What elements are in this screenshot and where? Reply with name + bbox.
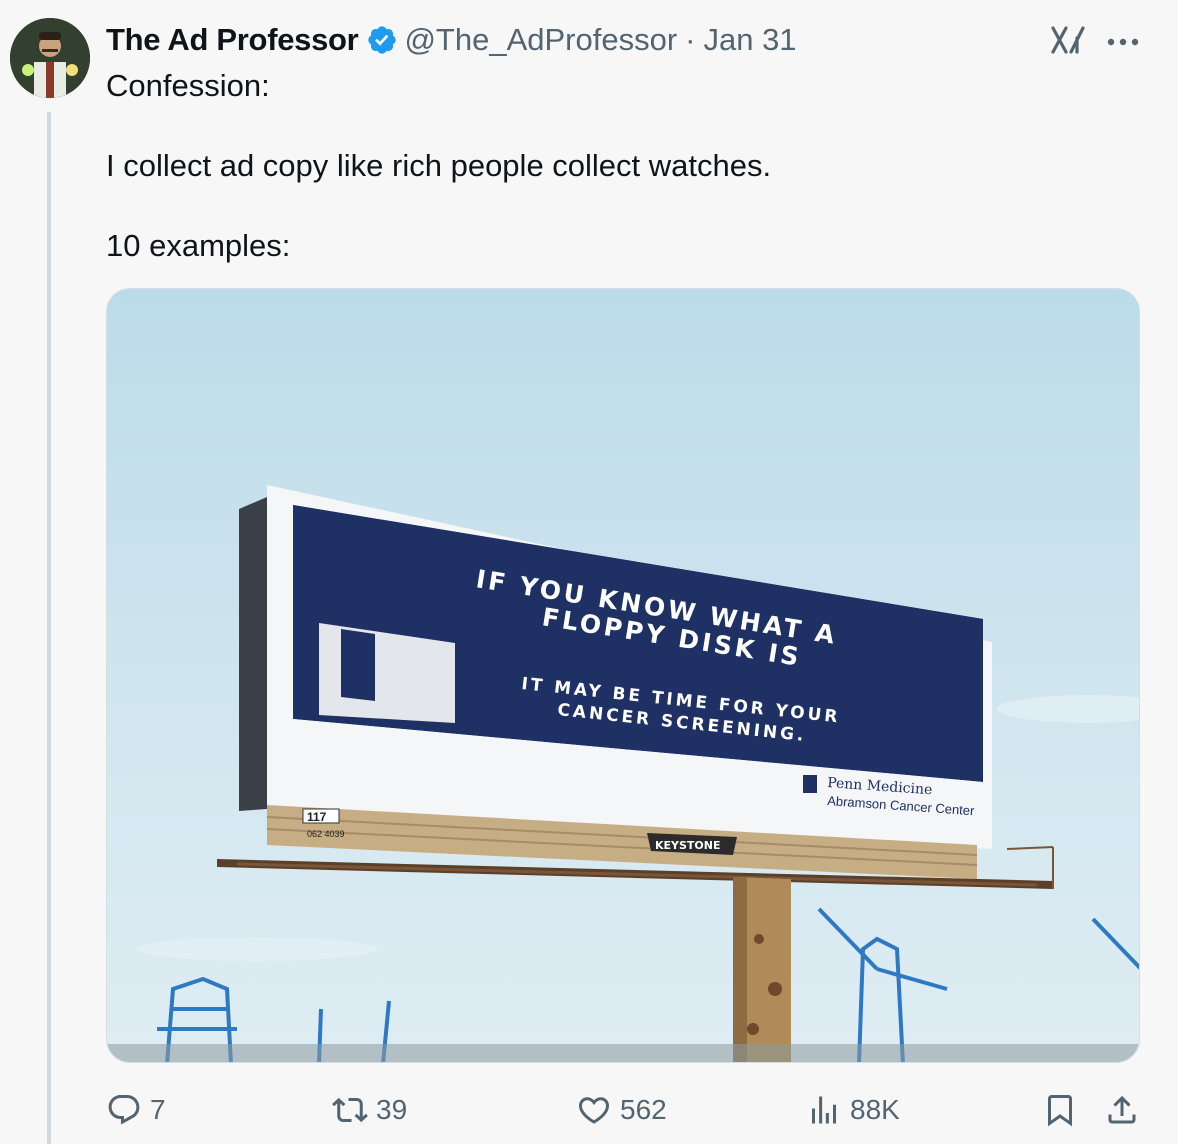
repost-button[interactable]: 39 (332, 1086, 407, 1134)
tweet-line-1: Confession: (106, 68, 270, 103)
tweet-media-image[interactable]: IF YOU KNOW WHAT A FLOPPY DISK IS IT MAY… (106, 288, 1140, 1063)
author-handle[interactable]: @The_AdProfessor (404, 22, 677, 58)
avatar-photo-icon (10, 18, 90, 98)
reply-button[interactable]: 7 (106, 1086, 166, 1134)
more-options-icon[interactable] (1106, 34, 1140, 46)
tweet-line-3: 10 examples: (106, 228, 291, 263)
repost-icon (332, 1097, 368, 1123)
tweet-line-2: I collect ad copy like rich people colle… (106, 148, 772, 183)
bookmark-icon (1048, 1095, 1072, 1127)
like-count: 562 (620, 1094, 667, 1125)
like-button[interactable]: 562 (576, 1086, 667, 1134)
panel-code: 062 4039 (307, 829, 345, 839)
bookmark-button[interactable] (1042, 1086, 1086, 1134)
views-chart-icon (812, 1096, 836, 1124)
header-separator: · (685, 22, 696, 57)
panel-number: 117 (307, 810, 327, 824)
grok-icon[interactable] (1050, 24, 1086, 56)
thread-line (47, 112, 51, 1144)
tweet: The Ad Professor @The_AdProfessor · Jan … (0, 0, 1178, 1144)
tweet-header: The Ad Professor @The_AdProfessor · Jan … (106, 20, 797, 60)
tweet-actions: 7 39 562 88K (106, 1086, 1146, 1134)
billboard-photo: IF YOU KNOW WHAT A FLOPPY DISK IS IT MAY… (107, 289, 1139, 1062)
reply-icon (108, 1095, 140, 1125)
tweet-date[interactable]: Jan 31 (703, 22, 796, 58)
reply-count: 7 (150, 1094, 166, 1125)
share-button[interactable] (1104, 1086, 1148, 1134)
share-icon (1108, 1095, 1136, 1124)
repost-count: 39 (376, 1094, 408, 1125)
verified-badge-icon (366, 24, 398, 56)
heart-icon (578, 1097, 610, 1124)
avatar[interactable] (10, 18, 90, 98)
views-button[interactable]: 88K (806, 1086, 900, 1134)
tweet-text: Confession: I collect ad copy like rich … (106, 66, 1146, 266)
operator-sign: KEYSTONE (655, 839, 721, 852)
views-count: 88K (850, 1094, 900, 1125)
author-name[interactable]: The Ad Professor (106, 22, 359, 58)
